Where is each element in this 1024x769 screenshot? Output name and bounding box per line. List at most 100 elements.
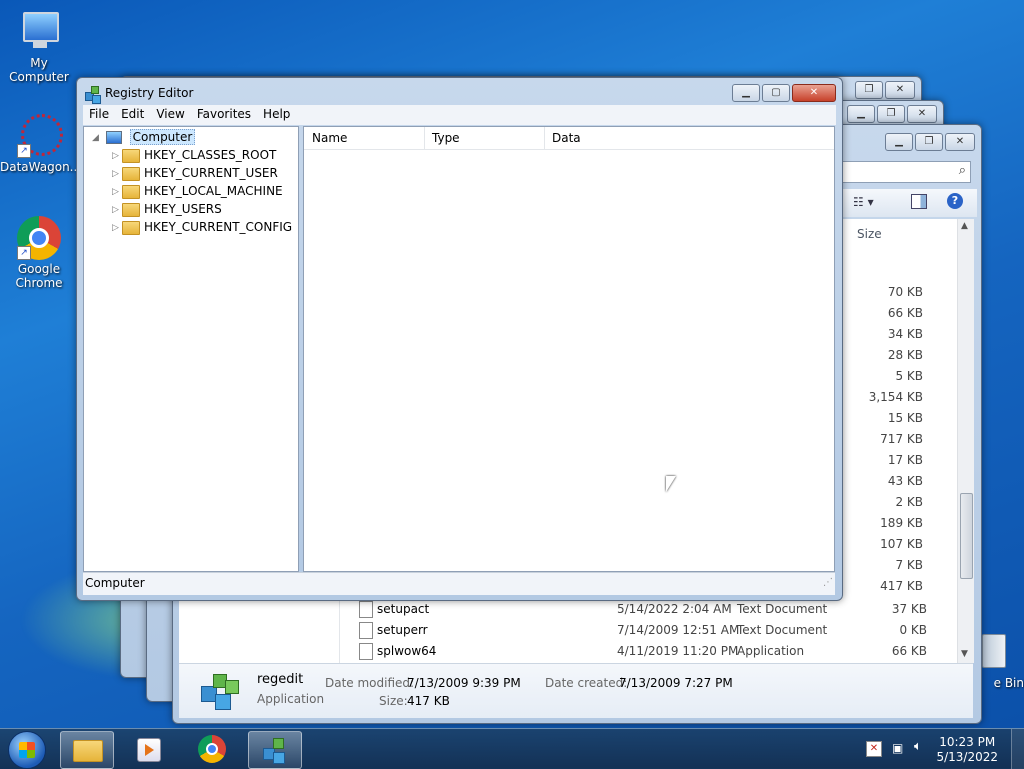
menu-file[interactable]: File [83,105,115,125]
expand-arrow-icon[interactable]: ▷ [112,201,122,219]
file-size-cell: 3,154 KB [868,390,923,404]
maximize-icon[interactable]: ▢ [762,84,790,102]
details-created-value: 7/13/2009 7:27 PM [619,676,733,690]
column-header-data[interactable]: Data [544,127,834,149]
expand-arrow-icon[interactable]: ▷ [112,219,122,237]
tree-item-computer[interactable]: ◢ Computer [92,128,196,147]
folder-icon [122,148,140,163]
details-pane: regedit Application Date modified: 7/13/… [179,663,973,718]
list-header: Name Type Data [304,127,834,150]
close-icon[interactable]: ✕ [885,81,915,99]
restore-icon[interactable]: ❐ [855,81,883,99]
scroll-up-icon[interactable]: ▲ [961,221,968,231]
file-type: Application [737,644,805,658]
file-type: Text Document [737,623,828,637]
desktop-icon-google-chrome[interactable]: ↗ Google Chrome [0,216,78,290]
taskbar-media-player-button[interactable] [122,731,174,767]
help-icon[interactable]: ? [947,193,963,209]
regedit-icon [263,738,287,764]
values-pane[interactable]: Name Type Data [303,126,835,572]
column-header-type[interactable]: Type [424,127,545,149]
file-size: 66 KB [891,644,927,658]
folder-icon [122,202,140,217]
taskbar: ✕ ▣ 🔈︎ 10:23 PM 5/13/2022 [0,728,1024,769]
file-type: Text Document [737,602,828,616]
folder-icon [122,220,140,235]
taskbar-explorer-button[interactable] [60,731,114,769]
tray-action-center-icon[interactable]: ✕ [866,741,882,757]
scrollbar[interactable]: ▲ ▼ [957,219,974,663]
start-button[interactable] [8,731,46,769]
file-size-cell: 717 KB [880,432,923,446]
restore-icon[interactable]: ❐ [877,105,905,123]
mouse-cursor [666,476,676,492]
file-icon [359,643,373,660]
minimize-icon[interactable]: ▁ [885,133,913,151]
show-desktop-button[interactable] [1011,729,1024,769]
details-modified-value: 7/13/2009 9:39 PM [407,676,521,690]
file-size-cell: 34 KB [887,327,923,341]
minimize-icon[interactable]: ▁ [847,105,875,123]
menu-favorites[interactable]: Favorites [191,105,257,125]
scrollbar-thumb[interactable] [960,493,973,579]
menu-view[interactable]: View [150,105,190,125]
shortcut-arrow-icon: ↗ [17,144,31,158]
tree-pane[interactable]: ◢ Computer ▷ HKEY_CLASSES_ROOT ▷ HKEY_CURRE… [83,126,299,572]
column-header-name[interactable]: Name [304,127,425,149]
folder-icon [122,184,140,199]
window-caption-buttons: ▁ ▢ ✕ [732,84,836,102]
file-size-cell: 417 KB [880,579,923,593]
file-date: 7/14/2009 12:51 AM [617,623,740,637]
desktop-icon-label: Google Chrome [15,262,63,290]
file-icon [359,622,373,639]
expand-arrow-icon[interactable]: ▷ [112,147,122,165]
file-size-cell: 70 KB [887,285,923,299]
preview-pane-icon[interactable] [911,194,927,209]
tree-item-hive[interactable]: ▷ HKEY_CURRENT_CONFIG [112,218,292,236]
search-icon: ⌕ [958,163,966,178]
tree-item-hive[interactable]: ▷ HKEY_USERS [112,200,222,218]
close-icon[interactable]: ✕ [907,105,937,123]
menu-edit[interactable]: Edit [115,105,150,125]
table-row[interactable]: setupact 5/14/2022 2:04 AM Text Document 37… [179,599,969,620]
table-row[interactable]: splwow64 4/11/2019 11:20 PM Application 66 … [179,641,969,662]
folder-icon [122,166,140,181]
taskbar-clock[interactable]: 10:23 PM 5/13/2022 [936,735,998,765]
column-header-size[interactable]: Size [857,227,882,241]
restore-icon[interactable]: ❐ [915,133,943,151]
file-size-cell: 66 KB [887,306,923,320]
registry-editor-window[interactable]: Registry Editor ▁ ▢ ✕ File Edit View Fav… [76,77,843,601]
view-options-icon[interactable]: ☷ ▾ [853,195,874,209]
close-icon[interactable]: ✕ [945,133,975,151]
tree-item-label: HKEY_CLASSES_ROOT [144,148,277,162]
search-box[interactable]: ⌕ [833,161,971,183]
collapse-arrow-icon[interactable]: ◢ [92,129,102,147]
tree-item-label: HKEY_CURRENT_USER [144,166,278,180]
resize-grip-icon[interactable]: ⋰ [823,577,833,588]
expand-arrow-icon[interactable]: ▷ [112,183,122,201]
tray-network-icon[interactable]: ▣ [892,741,908,755]
table-row[interactable]: setuperr 7/14/2009 12:51 AM Text Document 0… [179,620,969,641]
file-icon [359,601,373,618]
tree-item-hive[interactable]: ▷ HKEY_CLASSES_ROOT [112,146,276,164]
desktop-icon-datawagon[interactable]: ↗ DataWagon... [0,114,81,174]
desktop-icon-my-computer[interactable]: My Computer [0,10,78,84]
menu-bar: File Edit View Favorites Help [83,105,836,125]
status-text: Computer [85,576,145,590]
file-size-cell: 5 KB [895,369,923,383]
taskbar-chrome-button[interactable] [186,731,238,767]
file-size-cell: 15 KB [887,411,923,425]
tray-volume-icon[interactable]: 🔈︎ [914,740,930,754]
tree-item-hive[interactable]: ▷ HKEY_CURRENT_USER [112,164,278,182]
chrome-icon: ↗ [17,216,61,260]
file-size-cell: 43 KB [887,474,923,488]
expand-arrow-icon[interactable]: ▷ [112,165,122,183]
file-size-cell: 7 KB [895,558,923,572]
taskbar-regedit-button[interactable] [248,731,302,769]
menu-help[interactable]: Help [257,105,296,125]
minimize-icon[interactable]: ▁ [732,84,760,102]
details-created-label: Date created: [545,676,628,690]
close-icon[interactable]: ✕ [792,84,836,102]
tree-item-hive[interactable]: ▷ HKEY_LOCAL_MACHINE [112,182,283,200]
details-name: regedit [257,672,304,687]
